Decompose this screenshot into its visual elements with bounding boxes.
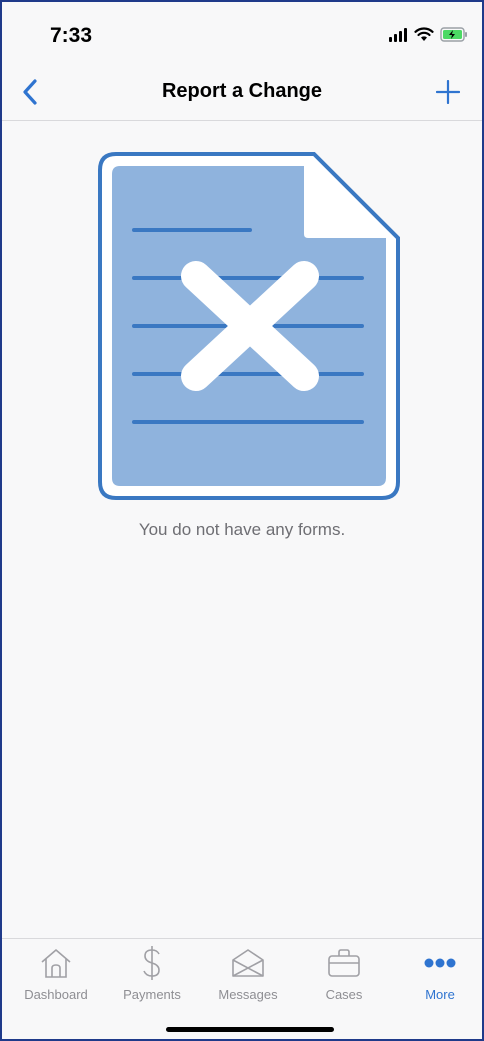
envelope-icon	[230, 945, 266, 981]
tab-bar: Dashboard Payments Messages Cases More	[2, 938, 482, 1039]
tab-label: Cases	[325, 987, 363, 1002]
status-bar: 7:33	[2, 2, 482, 68]
battery-charging-icon	[440, 27, 468, 47]
tab-messages[interactable]: Messages	[200, 945, 296, 1009]
tab-label: Dashboard	[24, 987, 88, 1002]
tab-payments[interactable]: Payments	[104, 945, 200, 1009]
more-dots-icon	[422, 945, 458, 981]
plus-icon	[435, 79, 461, 109]
tab-dashboard[interactable]: Dashboard	[8, 945, 104, 1009]
status-icons	[388, 27, 468, 47]
tab-label: Payments	[123, 987, 181, 1002]
tab-label: Messages	[218, 987, 278, 1002]
tab-label: More	[425, 987, 455, 1002]
signal-icon	[388, 27, 408, 47]
page-title: Report a Change	[161, 80, 323, 102]
app-screen: 7:33 Report a Change You do not have any…	[0, 0, 484, 1041]
dollar-icon	[134, 945, 170, 981]
briefcase-icon	[326, 945, 362, 981]
empty-state-message: You do not have any forms.	[138, 520, 346, 539]
home-indicator[interactable]	[166, 1027, 334, 1032]
home-icon	[38, 945, 74, 981]
document-x-icon	[98, 152, 400, 500]
tab-more[interactable]: More	[392, 945, 482, 1009]
navigation-bar: Report a Change	[2, 68, 482, 121]
status-time: 7:33	[50, 24, 93, 47]
wifi-icon	[414, 27, 434, 47]
add-form-button[interactable]	[430, 76, 466, 112]
tab-cases[interactable]: Cases	[296, 945, 392, 1009]
